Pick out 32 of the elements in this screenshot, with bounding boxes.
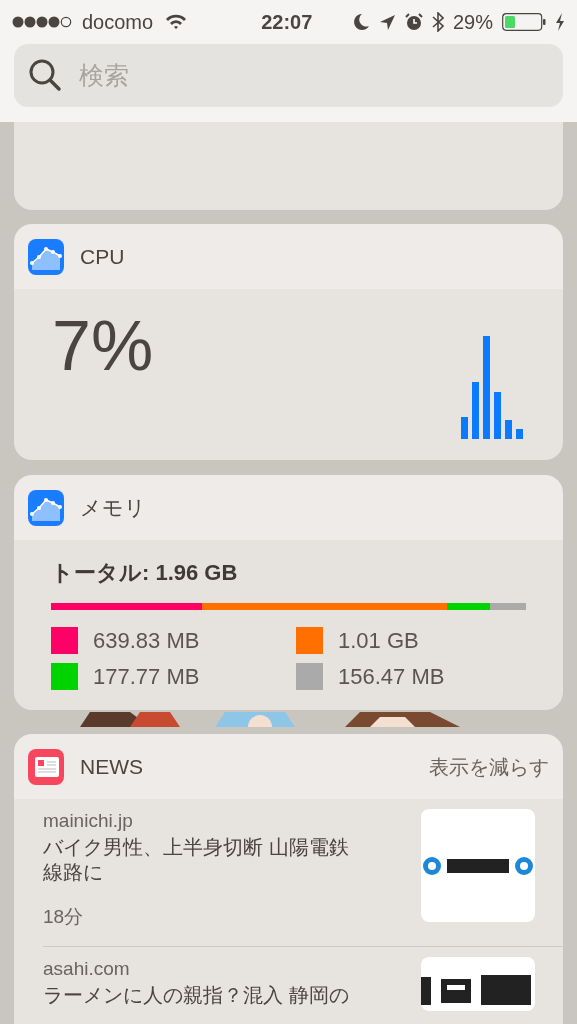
widget-title: CPU	[80, 243, 125, 270]
widget-title: メモリ	[80, 494, 146, 521]
wifi-icon	[165, 14, 188, 30]
news-source: mainichi.jp	[43, 809, 134, 833]
news-source: asahi.com	[43, 956, 131, 981]
battery-icon	[502, 13, 546, 31]
news-item[interactable]: asahi.com ラーメンに人の親指？混入 静岡の	[43, 946, 563, 1024]
alarm-clock-icon	[404, 13, 423, 31]
news-time: 18分	[43, 905, 85, 929]
moon-icon	[352, 13, 370, 31]
battery-percent: 29%	[452, 10, 493, 35]
news-headline: ラーメンに人の親指？混入 静岡の	[43, 982, 350, 1008]
legend-value: 639.83 MB	[93, 627, 200, 655]
chart-app-icon[interactable]	[28, 238, 64, 275]
news-headline: バイク男性、上半身切断 山陽電鉄線路に	[43, 835, 350, 885]
signal-icon	[12, 15, 74, 29]
show-less-button[interactable]: 表示を減らす	[429, 751, 549, 782]
legend-value: 1.01 GB	[338, 627, 419, 655]
bluetooth-icon	[431, 12, 444, 32]
charging-bolt-icon	[555, 13, 565, 31]
news-app-icon[interactable]	[28, 748, 64, 785]
legend-value: 177.77 MB	[93, 663, 200, 691]
location-arrow-icon	[378, 13, 396, 31]
cpu-percent: 7%	[52, 311, 154, 381]
widget-title: NEWS	[80, 753, 143, 780]
clock-time: 22:07	[261, 10, 313, 35]
legend-value: 156.47 MB	[338, 663, 445, 691]
carrier-name: docomo	[82, 10, 154, 35]
chart-app-icon[interactable]	[28, 489, 64, 526]
memory-total: トータル: 1.96 GB	[51, 559, 239, 587]
search-field[interactable]: 検索	[14, 44, 563, 107]
search-icon	[28, 58, 62, 92]
